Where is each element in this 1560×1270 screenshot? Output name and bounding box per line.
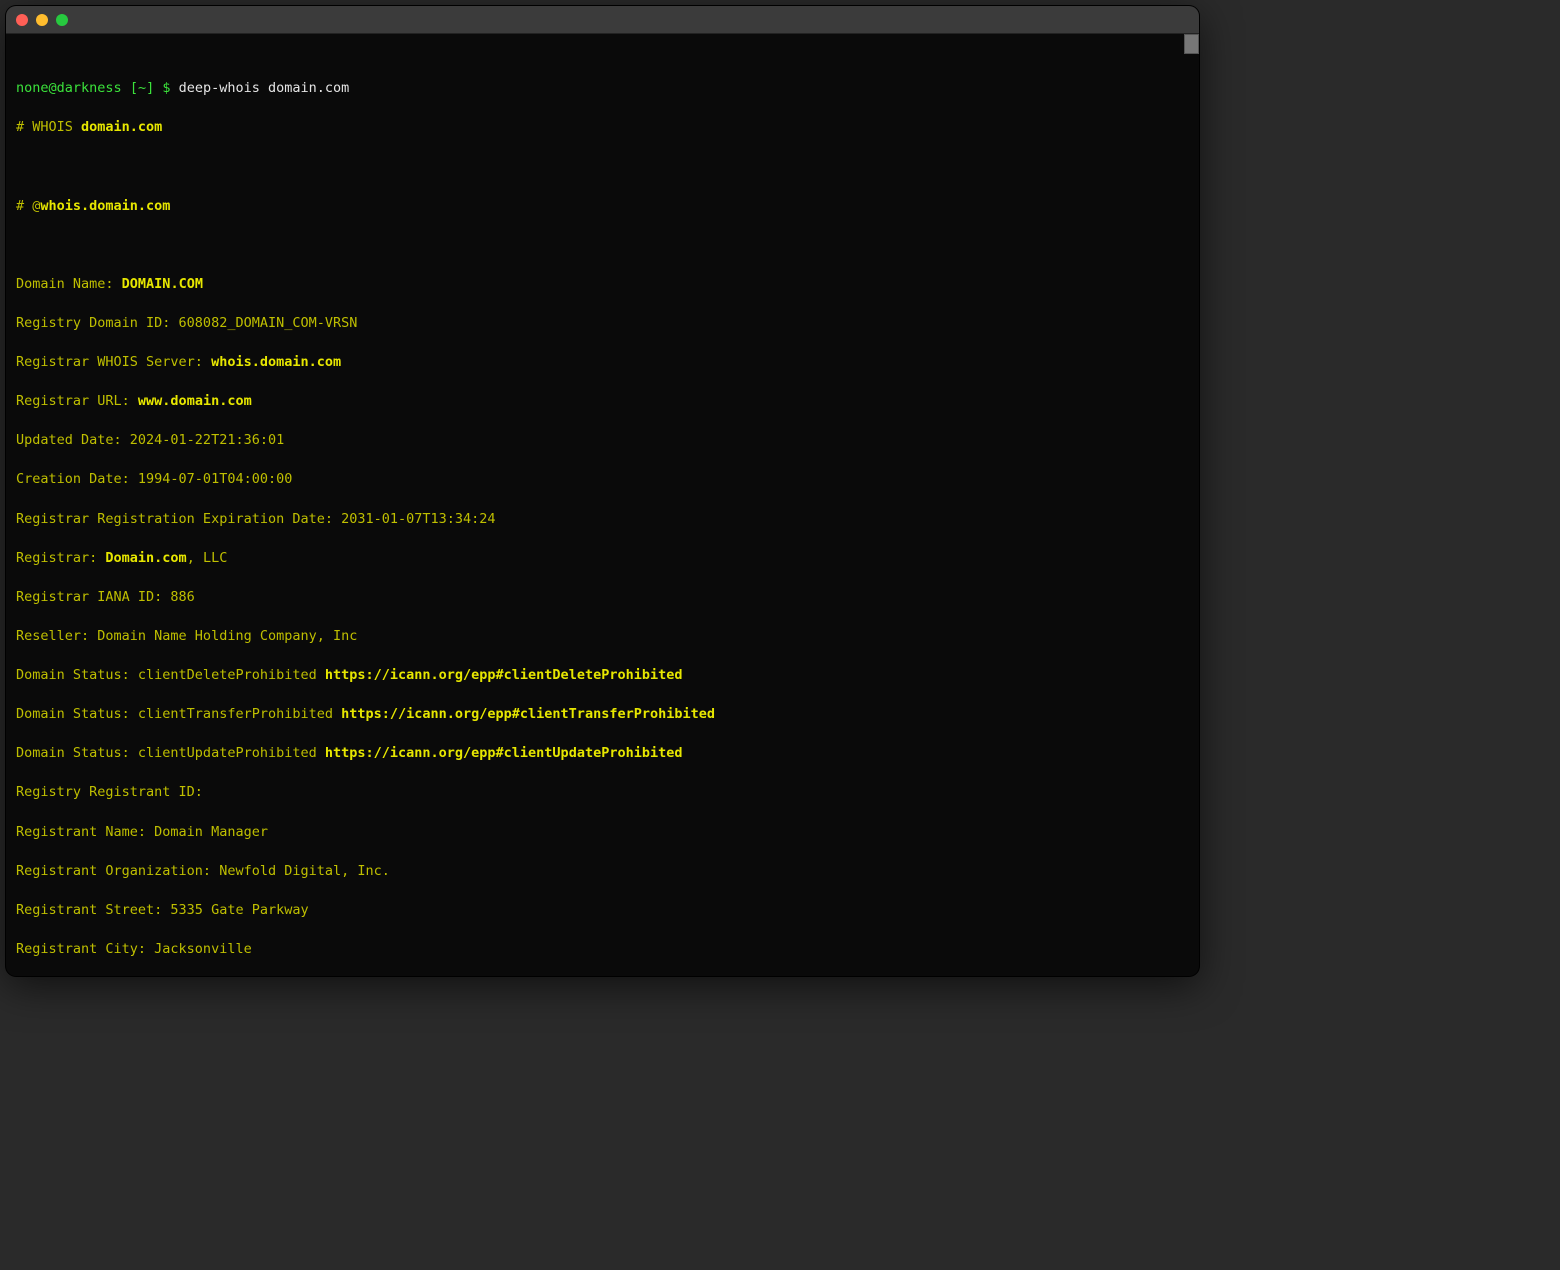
- reseller: Reseller: Domain Name Holding Company, I…: [16, 627, 1189, 647]
- domain-name-line: Domain Name: DOMAIN.COM: [16, 275, 1189, 295]
- prompt-line: none@darkness [~] $ deep-whois domain.co…: [16, 79, 1189, 99]
- terminal-body[interactable]: none@darkness [~] $ deep-whois domain.co…: [6, 34, 1199, 976]
- expiration-date: Registrar Registration Expiration Date: …: [16, 510, 1189, 530]
- registrant-name: Registrant Name: Domain Manager: [16, 823, 1189, 843]
- titlebar: [6, 6, 1199, 34]
- domain-status-3: Domain Status: clientUpdateProhibited ht…: [16, 744, 1189, 764]
- whois-server-header: # @whois.domain.com: [16, 197, 1189, 217]
- scrollbar-thumb[interactable]: [1184, 34, 1199, 54]
- minimize-icon[interactable]: [36, 14, 48, 26]
- maximize-icon[interactable]: [56, 14, 68, 26]
- prompt-cwd: [~]: [130, 80, 154, 96]
- command-text: deep-whois domain.com: [179, 80, 350, 96]
- domain-status-2: Domain Status: clientTransferProhibited …: [16, 705, 1189, 725]
- whois-header: # WHOIS domain.com: [16, 118, 1189, 138]
- domain-status-1: Domain Status: clientDeleteProhibited ht…: [16, 666, 1189, 686]
- creation-date: Creation Date: 1994-07-01T04:00:00: [16, 470, 1189, 490]
- registry-domain-id: Registry Domain ID: 608082_DOMAIN_COM-VR…: [16, 314, 1189, 334]
- registrar-whois-line: Registrar WHOIS Server: whois.domain.com: [16, 353, 1189, 373]
- registrant-org: Registrant Organization: Newfold Digital…: [16, 862, 1189, 882]
- whois-server-name: whois.domain.com: [40, 198, 170, 214]
- terminal-window: none@darkness [~] $ deep-whois domain.co…: [6, 6, 1199, 976]
- close-icon[interactable]: [16, 14, 28, 26]
- whois-header-domain: domain.com: [81, 119, 162, 135]
- registry-registrant-id: Registry Registrant ID:: [16, 783, 1189, 803]
- prompt-dollar: $: [162, 80, 170, 96]
- registrar-line: Registrar: Domain.com, LLC: [16, 549, 1189, 569]
- updated-date: Updated Date: 2024-01-22T21:36:01: [16, 431, 1189, 451]
- prompt-user-host: none@darkness: [16, 80, 122, 96]
- registrant-city: Registrant City: Jacksonville: [16, 940, 1189, 960]
- registrar-url-line: Registrar URL: www.domain.com: [16, 392, 1189, 412]
- registrant-street: Registrant Street: 5335 Gate Parkway: [16, 901, 1189, 921]
- registrar-iana: Registrar IANA ID: 886: [16, 588, 1189, 608]
